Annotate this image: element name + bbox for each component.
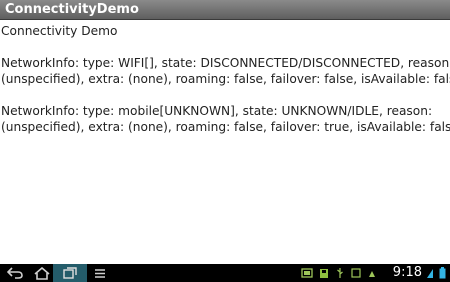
title-bar: ConnectivityDemo — [0, 0, 450, 20]
menu-icon — [95, 268, 105, 278]
home-icon — [34, 266, 50, 280]
clock[interactable]: 9:18 — [393, 264, 422, 282]
recent-apps-button[interactable] — [53, 264, 87, 282]
cast-icon — [369, 270, 375, 277]
wifi-icon — [427, 269, 433, 278]
mobile-info-line-1: NetworkInfo: type: mobile[UNKNOWN], stat… — [1, 104, 433, 118]
screenshot-status[interactable] — [300, 264, 314, 282]
wifi-info-line-1: NetworkInfo: type: WIFI[], state: DISCON… — [1, 56, 450, 70]
system-navigation-bar: 9:18 — [0, 264, 450, 282]
menu-button[interactable] — [87, 264, 113, 282]
recent-apps-icon — [63, 267, 77, 279]
usb-icon — [337, 268, 343, 278]
back-button[interactable] — [2, 264, 28, 282]
wifi-info-line-2: (unspecified), extra: (none), roaming: f… — [1, 72, 450, 86]
app-title: ConnectivityDemo — [5, 2, 139, 17]
debug-status[interactable] — [350, 264, 362, 282]
cast-status[interactable] — [366, 264, 378, 282]
storage-icon — [320, 268, 328, 278]
wifi-status[interactable] — [425, 264, 435, 282]
usb-status[interactable] — [334, 264, 346, 282]
screenshot-icon — [301, 268, 313, 278]
battery-icon — [439, 267, 445, 279]
storage-status[interactable] — [318, 264, 330, 282]
home-button[interactable] — [29, 264, 55, 282]
back-icon — [7, 267, 23, 279]
mobile-info-line-2: (unspecified), extra: (none), roaming: f… — [1, 120, 450, 134]
heading-text: Connectivity Demo — [1, 24, 118, 38]
battery-status[interactable] — [437, 264, 447, 282]
debug-icon — [351, 268, 361, 278]
